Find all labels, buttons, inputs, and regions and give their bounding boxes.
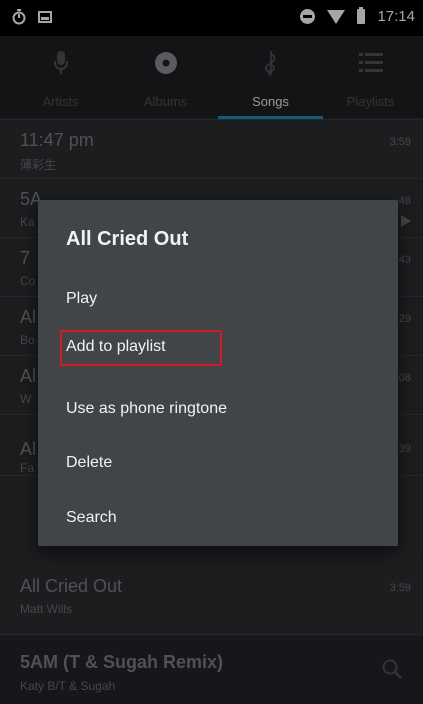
menu-item-label: Delete: [66, 454, 113, 471]
menu-item-label: Play: [66, 290, 98, 307]
menu-item-label: Search: [66, 509, 117, 526]
song-options-dialog: All Cried Out Play Add to playlist Use a…: [38, 200, 398, 546]
music-app-screen: 17:14 Artists Albums Songs Playlists 11:…: [0, 0, 423, 704]
highlight-box: [60, 330, 222, 366]
menu-item-delete[interactable]: Delete: [38, 442, 398, 486]
menu-item-label: Use as phone ringtone: [66, 400, 227, 417]
menu-item-ringtone[interactable]: Use as phone ringtone: [38, 388, 398, 432]
menu-item-search[interactable]: Search: [38, 497, 398, 541]
menu-item-play[interactable]: Play: [38, 278, 398, 322]
dialog-title: All Cried Out: [66, 228, 189, 250]
